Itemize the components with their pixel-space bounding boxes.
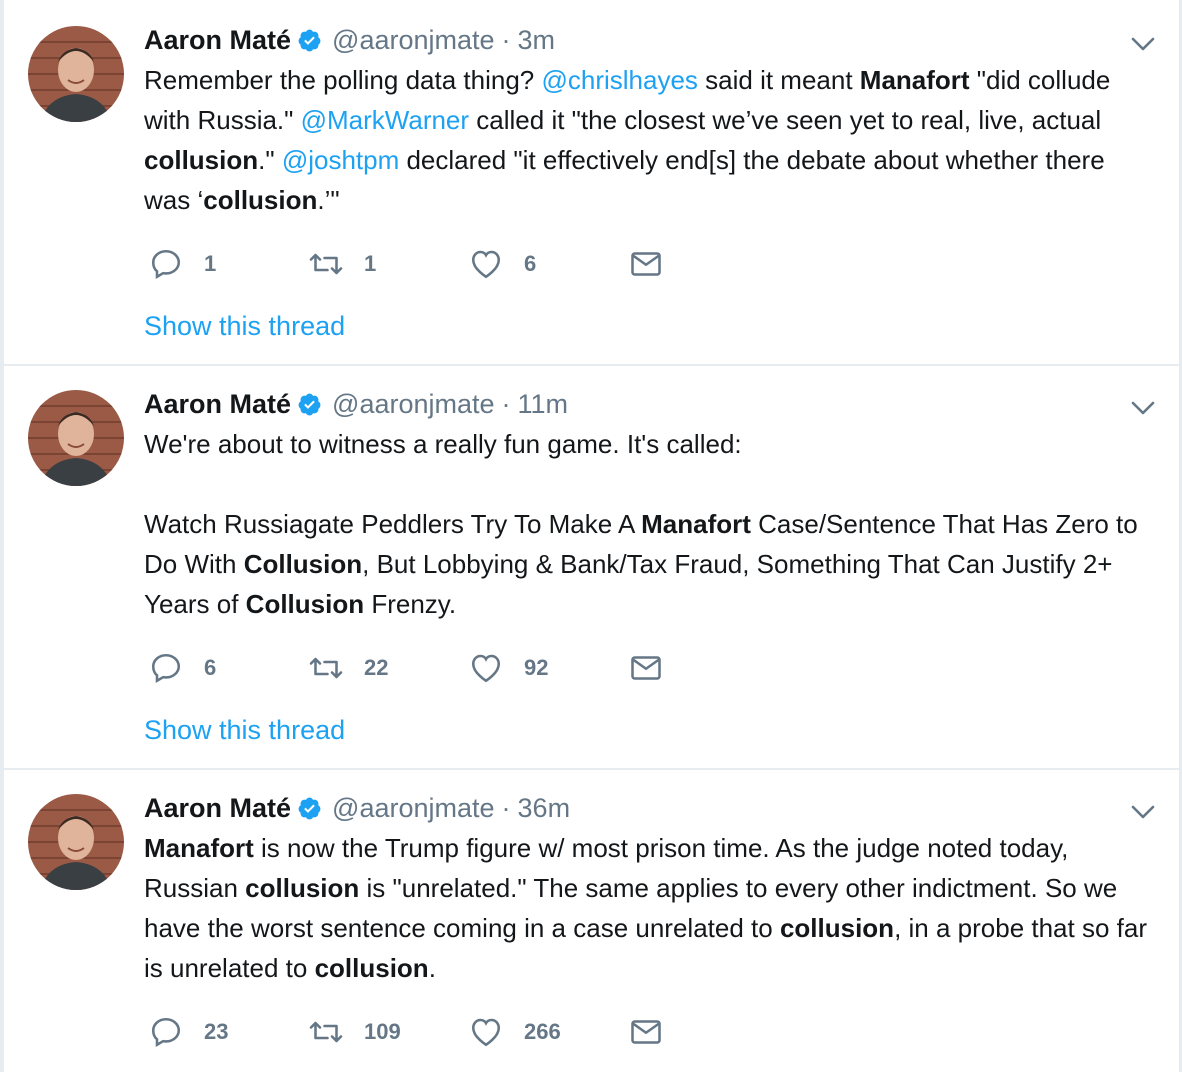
- retweet-icon: [309, 657, 343, 679]
- envelope-icon: [631, 252, 661, 276]
- envelope-icon: [631, 1020, 661, 1044]
- highlighted-keyword: collusion: [203, 185, 318, 215]
- highlighted-keyword: Manafort: [144, 833, 254, 863]
- user-name[interactable]: Aaron Maté: [144, 386, 291, 422]
- user-handle[interactable]: @aaronjmate: [332, 386, 495, 422]
- heart-icon: [471, 1018, 501, 1047]
- user-handle[interactable]: @aaronjmate: [332, 22, 495, 58]
- mention-link[interactable]: @MarkWarner: [301, 105, 469, 135]
- retweet-button[interactable]: 109: [308, 1010, 401, 1054]
- highlighted-keyword: Collusion: [245, 589, 365, 619]
- reply-icon: [151, 1017, 181, 1047]
- avatar[interactable]: [28, 26, 124, 122]
- user-handle[interactable]: @aaronjmate: [332, 790, 495, 826]
- chevron-down-icon[interactable]: [1129, 30, 1157, 58]
- tweet-header: Aaron Maté @aaronjmate · 3m: [144, 22, 555, 58]
- highlighted-keyword: collusion: [314, 953, 429, 983]
- reply-count: 6: [204, 655, 217, 680]
- timestamp[interactable]: 3m: [518, 22, 556, 58]
- tweet[interactable]: Aaron Maté @aaronjmate · 3m Remember the…: [4, 0, 1179, 366]
- like-count: 92: [524, 655, 549, 680]
- user-name[interactable]: Aaron Maté: [144, 22, 291, 58]
- chevron-down-icon[interactable]: [1129, 394, 1157, 422]
- tweet-text: We're about to witness a really fun game…: [144, 429, 1138, 619]
- retweet-count: 1: [364, 251, 377, 276]
- heart-icon: [471, 654, 501, 683]
- verified-badge-icon: [298, 393, 321, 415]
- verified-badge-icon: [298, 797, 321, 819]
- chevron-down-icon[interactable]: [1129, 798, 1157, 826]
- envelope-icon: [631, 656, 661, 680]
- highlighted-keyword: collusion: [144, 145, 259, 175]
- heart-icon: [471, 250, 501, 279]
- tweet-text: Manafort is now the Trump figure w/ most…: [144, 833, 1147, 983]
- highlighted-keyword: Collusion: [243, 549, 363, 579]
- retweet-count: 22: [364, 655, 389, 680]
- retweet-count: 109: [364, 1019, 401, 1044]
- retweet-button[interactable]: 1: [308, 242, 376, 286]
- retweet-icon: [309, 253, 343, 275]
- tweet-header: Aaron Maté @aaronjmate · 36m: [144, 790, 570, 826]
- verified-badge-icon: [298, 29, 321, 51]
- avatar[interactable]: [28, 794, 124, 890]
- tweet-actions: 1 1 6: [144, 242, 704, 286]
- separator: ·: [501, 25, 511, 55]
- mention-link[interactable]: @chrislhayes: [541, 65, 697, 95]
- direct-message-button[interactable]: [628, 242, 664, 286]
- like-count: 266: [524, 1019, 561, 1044]
- retweet-icon: [309, 1021, 343, 1043]
- like-count: 6: [524, 251, 537, 276]
- avatar[interactable]: [28, 390, 124, 486]
- highlighted-keyword: collusion: [779, 913, 895, 943]
- reply-icon: [151, 249, 181, 279]
- like-button[interactable]: 92: [468, 646, 548, 690]
- tweet[interactable]: Aaron Maté @aaronjmate · 11m We're about…: [4, 366, 1179, 770]
- highlighted-keyword: Manafort: [859, 65, 970, 95]
- tweet-header: Aaron Maté @aaronjmate · 11m: [144, 386, 568, 422]
- tweet-actions: 6 22 92: [144, 646, 704, 690]
- tweet[interactable]: Aaron Maté @aaronjmate · 36m Manafort is…: [4, 770, 1179, 1072]
- reply-button[interactable]: 6: [148, 646, 216, 690]
- timestamp[interactable]: 11m: [518, 386, 569, 422]
- tweet-timeline: Aaron Maté @aaronjmate · 3m Remember the…: [4, 0, 1179, 1072]
- retweet-button[interactable]: 22: [308, 646, 388, 690]
- tweet-text: Remember the polling data thing? @chrisl…: [144, 65, 1111, 215]
- like-button[interactable]: 266: [468, 1010, 561, 1054]
- separator: ·: [501, 793, 511, 823]
- reply-count: 23: [204, 1019, 229, 1044]
- direct-message-button[interactable]: [628, 1010, 664, 1054]
- mention-link[interactable]: @joshtpm: [282, 145, 399, 175]
- timestamp[interactable]: 36m: [518, 790, 571, 826]
- tweet-actions: 23 109 266: [144, 1010, 704, 1054]
- reply-button[interactable]: 23: [148, 1010, 228, 1054]
- highlighted-keyword: Manafort: [641, 509, 751, 539]
- direct-message-button[interactable]: [628, 646, 664, 690]
- like-button[interactable]: 6: [468, 242, 536, 286]
- reply-button[interactable]: 1: [148, 242, 216, 286]
- highlighted-keyword: collusion: [245, 873, 360, 903]
- user-name[interactable]: Aaron Maté: [144, 790, 291, 826]
- show-thread-link[interactable]: Show this thread: [144, 712, 345, 748]
- reply-count: 1: [204, 251, 217, 276]
- reply-icon: [151, 653, 181, 683]
- separator: ·: [501, 389, 511, 419]
- show-thread-link[interactable]: Show this thread: [144, 308, 345, 344]
